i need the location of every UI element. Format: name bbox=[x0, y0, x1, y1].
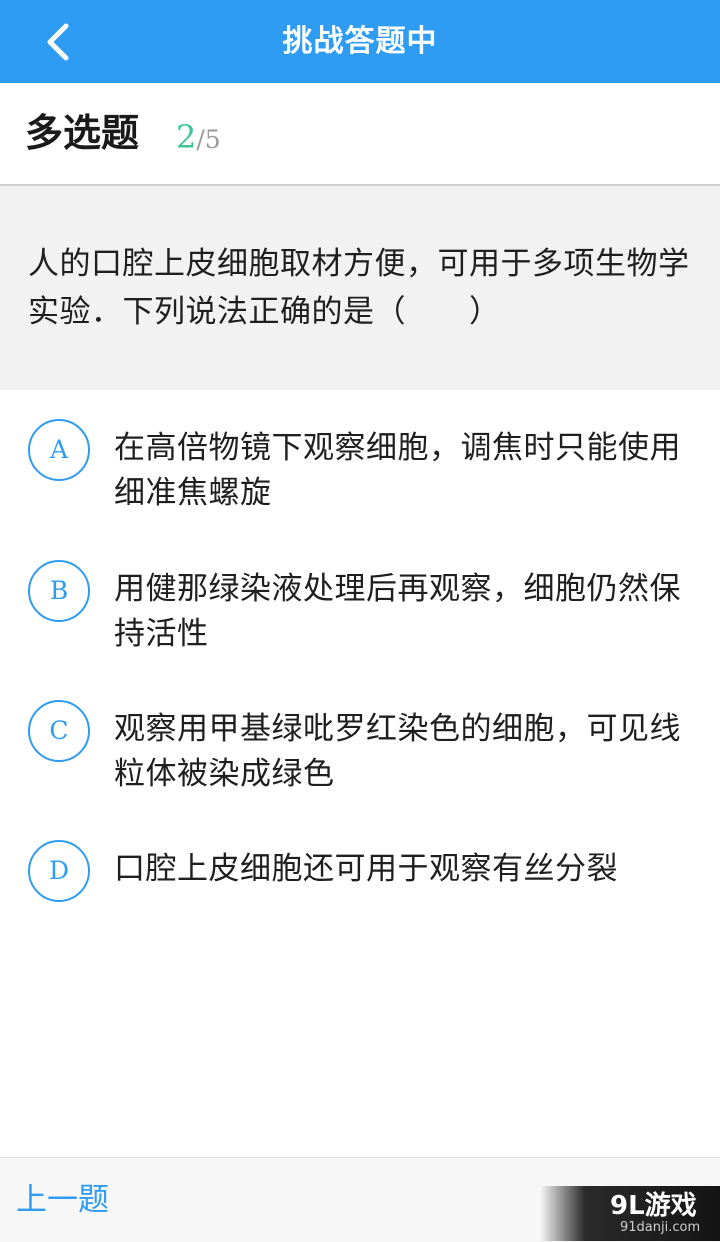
watermark-site: 91danji.com bbox=[620, 1220, 701, 1235]
watermark: 9L游戏 91danji.com bbox=[540, 1186, 720, 1241]
progress-current: 2 bbox=[176, 118, 197, 156]
option-a-text[interactable]: 在高倍物镜下观察细胞，调焦时只能使用细准焦螺旋 bbox=[114, 426, 684, 516]
option-d-text[interactable]: 口腔上皮细胞还可用于观察有丝分裂 bbox=[114, 847, 684, 892]
progress-separator: / bbox=[196, 125, 205, 154]
option-d-letter[interactable]: D bbox=[28, 840, 90, 902]
question-progress: 2/5 bbox=[176, 117, 221, 163]
watermark-logo: 9L游戏 bbox=[610, 1191, 697, 1221]
page-title: 挑战答题中 bbox=[282, 24, 438, 59]
question-type-bar: 多选题 2/5 bbox=[0, 83, 720, 186]
progress-total: 5 bbox=[204, 125, 221, 154]
option-a-letter[interactable]: A bbox=[28, 419, 90, 481]
option-b-text[interactable]: 用健那绿染液处理后再观察，细胞仍然保持活性 bbox=[114, 567, 684, 657]
previous-question-button[interactable]: 上一题 bbox=[16, 1176, 109, 1224]
question-box: 人的口腔上皮细胞取材方便，可用于多项生物学实验．下列说法正确的是（ ） bbox=[0, 186, 720, 390]
option-c-text[interactable]: 观察用甲基绿吡罗红染色的细胞，可见线粒体被染成绿色 bbox=[114, 707, 684, 797]
option-c-letter[interactable]: C bbox=[28, 700, 90, 762]
option-b-letter[interactable]: B bbox=[28, 560, 90, 622]
question-type-label: 多选题 bbox=[25, 111, 140, 155]
question-text: 人的口腔上皮细胞取材方便，可用于多项生物学实验．下列说法正确的是（ ） bbox=[28, 246, 690, 330]
top-bar: 挑战答题中 bbox=[0, 0, 720, 83]
